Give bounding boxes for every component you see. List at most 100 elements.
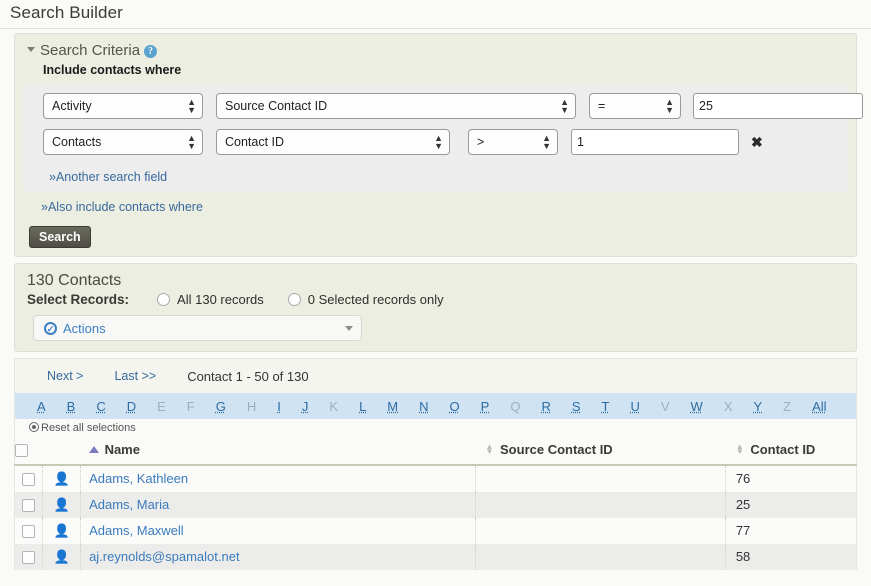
radio-selected-records-input[interactable] [287,293,301,306]
contact-name-link[interactable]: Adams, Kathleen [89,471,188,486]
contact-type-cell: 👤 [42,544,82,571]
alpha-filter-all[interactable]: All [812,399,826,414]
remove-criteria-button[interactable]: ✖ [751,135,763,149]
operator-select-wrap-1: > ▲ ▼ [468,129,558,155]
alpha-filter-y[interactable]: Y [753,399,762,414]
contact-name-cell: aj.reynolds@spamalot.net [80,544,476,571]
contact-type-cell: 👤 [42,518,82,545]
table-row[interactable]: 👤 aj.reynolds@spamalot.net 58 [14,544,857,571]
contact-id-cell: 77 [725,518,857,545]
operator-select-0[interactable]: = [589,93,681,119]
entity-select-1[interactable]: Contacts [43,129,203,155]
table-row[interactable]: 👤 Adams, Maxwell 77 [14,518,857,545]
entity-select-wrap-1: Contacts ▲ ▼ [43,129,203,155]
last-page-link[interactable]: Last >> [114,369,156,383]
row-checkbox[interactable] [22,473,36,487]
alpha-filter-f: F [186,398,195,414]
alpha-filter-i[interactable]: I [277,399,281,414]
help-icon[interactable]: ? [144,45,158,58]
row-select-cell[interactable] [14,544,44,571]
select-records-row: Select Records: All 130 records 0 Select… [15,290,856,307]
check-circle-icon: ✓ [44,321,57,335]
entity-select-wrap-0: Activity ▲ ▼ [43,93,203,119]
search-criteria-panel: Search Criteria? Include contacts where … [14,33,863,257]
contact-name-cell: Adams, Kathleen [80,465,476,493]
contact-individual-icon: 👤 [53,549,70,565]
contact-name-link[interactable]: Adams, Maxwell [89,523,184,538]
radio-selected-records[interactable]: 0 Selected records only [287,292,444,307]
source-contact-id-cell [475,465,726,493]
chevron-down-icon [345,325,353,331]
contact-type-cell: 👤 [42,465,82,493]
operator-select-wrap-0: = ▲ ▼ [589,93,681,119]
alpha-filter-z: Z [783,398,792,414]
column-header-source-contact-id[interactable]: ▲ ▼ Source Contact ID [475,436,726,467]
alpha-filter-m[interactable]: M [387,399,398,414]
table-row[interactable]: 👤 Adams, Kathleen 76 [14,465,857,493]
actions-dropdown[interactable]: ✓ Actions [33,315,362,341]
alpha-filter-r[interactable]: R [541,399,550,414]
reset-selections-row[interactable]: Reset all selections [14,419,857,436]
criteria-row: Activity ▲ ▼ Source Contact ID ▲ ▼ = ▲ ▼ [23,93,863,119]
row-checkbox[interactable] [22,551,36,565]
contact-individual-icon: 👤 [53,523,70,539]
operator-select-1[interactable]: > [468,129,558,155]
source-contact-id-cell [475,518,726,545]
contact-id-cell: 76 [725,465,857,493]
another-search-field-link[interactable]: »Another search field [49,170,167,184]
contact-individual-icon: 👤 [53,471,70,487]
radio-all-records-input[interactable] [157,293,171,306]
table-row[interactable]: 👤 Adams, Maria 25 [14,492,857,519]
row-checkbox[interactable] [22,525,36,539]
contact-individual-icon: 👤 [53,497,70,513]
alpha-filter-b[interactable]: B [67,399,76,414]
row-select-cell[interactable] [14,465,44,493]
alpha-filter-q: Q [510,398,521,414]
alpha-filter-a[interactable]: A [37,399,46,414]
alpha-filter-g[interactable]: G [216,399,226,414]
alpha-filter-d[interactable]: D [127,399,136,414]
alpha-filter-j[interactable]: J [302,399,309,414]
search-criteria-header[interactable]: Search Criteria? [15,42,856,59]
radio-all-records[interactable]: All 130 records [157,292,264,307]
contacts-table-body: 👤 Adams, Kathleen 76 👤 Adams, Maria 25 👤 Adams,… [14,465,857,571]
alpha-filter-o[interactable]: O [450,399,460,414]
field-select-1[interactable]: Contact ID [216,129,450,155]
value-input-0[interactable] [693,93,863,119]
alpha-filter-t[interactable]: T [602,399,610,414]
radio-all-records-label: All 130 records [177,292,264,307]
contact-id-cell: 25 [725,492,857,519]
criteria-row: Contacts ▲ ▼ Contact ID ▲ ▼ > ▲ ▼ 1 ✖ [23,129,848,155]
search-builder-page: Search Builder Search Criteria? Include … [0,0,871,586]
column-header-source-contact-id-label: Source Contact ID [500,442,613,458]
value-input-1[interactable] [571,129,739,155]
reset-icon [29,422,39,432]
alpha-filter-l[interactable]: L [359,399,366,414]
alpha-filter-p[interactable]: P [481,399,490,414]
next-page-link[interactable]: Next > [47,369,83,383]
also-include-contacts-link[interactable]: »Also include contacts where [41,200,203,214]
column-header-contact-id[interactable]: ▲ ▼ Contact ID [725,436,857,467]
row-checkbox[interactable] [22,499,36,513]
contact-name-link[interactable]: Adams, Maria [89,497,169,512]
contact-name-cell: Adams, Maxwell [80,518,476,545]
page-header: Search Builder [0,0,871,29]
row-select-cell[interactable] [14,518,44,545]
select-records-label: Select Records: [27,292,130,307]
alpha-filter-x: X [723,398,733,414]
row-select-cell[interactable] [14,492,44,519]
alpha-filter-w[interactable]: W [691,399,703,414]
alpha-filter-c[interactable]: C [96,399,105,414]
column-header-name[interactable]: Name [80,436,476,467]
entity-select-0[interactable]: Activity [43,93,203,119]
alpha-filter-u[interactable]: U [630,399,639,414]
contact-name-link[interactable]: aj.reynolds@spamalot.net [89,549,240,564]
field-select-0[interactable]: Source Contact ID [216,93,576,119]
alpha-filter-s[interactable]: S [572,399,581,414]
results-count: 130 Contacts [27,272,122,289]
collapse-triangle-icon[interactable] [27,47,35,52]
select-all-checkbox[interactable] [15,444,28,458]
search-button[interactable]: Search [29,226,91,248]
alpha-filter-n[interactable]: N [419,399,428,414]
select-all-header[interactable] [14,436,43,467]
